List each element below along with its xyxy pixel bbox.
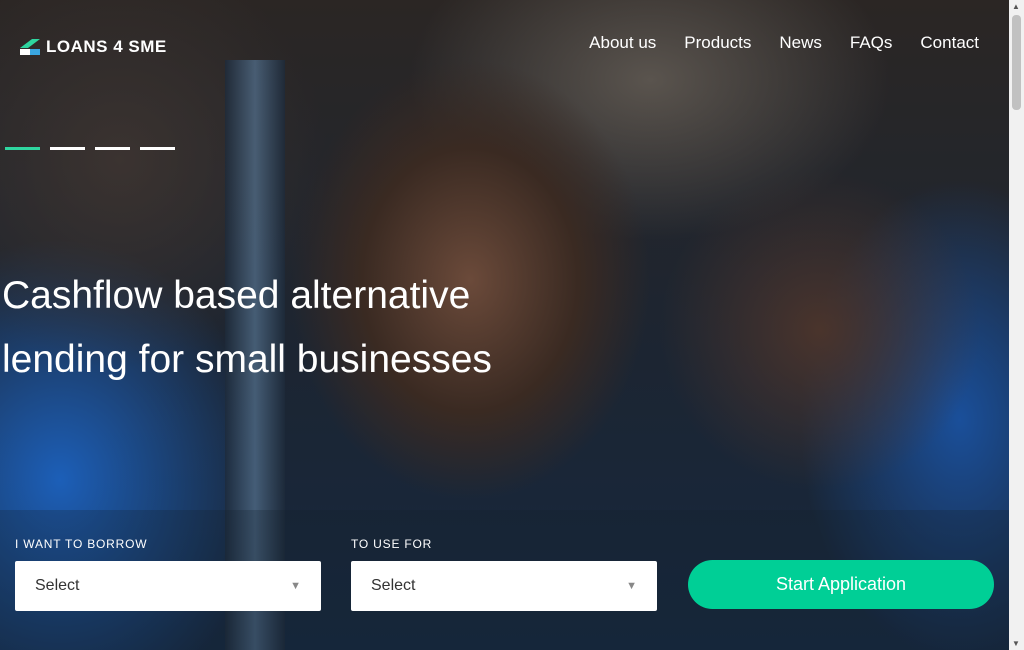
- logo-text: LOANS 4 SME: [46, 37, 167, 56]
- hero-background: LOANS 4 SME About us Products News FAQs …: [0, 0, 1009, 650]
- use-field: TO USE FOR Select ▼: [351, 537, 657, 611]
- nav-about-us[interactable]: About us: [589, 33, 656, 53]
- nav-faqs[interactable]: FAQs: [850, 33, 893, 53]
- slide-indicator-3[interactable]: [95, 147, 130, 150]
- slide-indicator-4[interactable]: [140, 147, 175, 150]
- slider-indicators: [5, 147, 175, 150]
- hero-headline: Cashflow based alternative lending for sm…: [2, 264, 602, 392]
- slide-indicator-1[interactable]: [5, 147, 40, 150]
- nav-news[interactable]: News: [779, 33, 822, 53]
- chevron-down-icon: ▼: [626, 580, 637, 592]
- use-label: TO USE FOR: [351, 537, 433, 551]
- logo[interactable]: LOANS 4 SME: [20, 37, 167, 57]
- borrow-select-value: Select: [35, 577, 80, 594]
- slide-indicator-2[interactable]: [50, 147, 85, 150]
- use-select[interactable]: Select ▼: [351, 561, 657, 611]
- scrollbar-thumb[interactable]: [1012, 15, 1021, 110]
- scrollbar[interactable]: ▲ ▼: [1009, 0, 1024, 650]
- start-application-button[interactable]: Start Application: [688, 560, 994, 609]
- nav-contact[interactable]: Contact: [920, 33, 979, 53]
- scroll-up-icon[interactable]: ▲: [1012, 2, 1020, 11]
- scroll-down-icon[interactable]: ▼: [1012, 639, 1020, 648]
- main-nav: About us Products News FAQs Contact: [589, 33, 979, 53]
- hero-line-1: Cashflow based alternative: [2, 274, 471, 317]
- borrow-label: I WANT TO BORROW: [15, 537, 148, 551]
- hero-line-2: lending for small businesses: [2, 338, 492, 381]
- chevron-down-icon: ▼: [290, 580, 301, 592]
- nav-products[interactable]: Products: [684, 33, 751, 53]
- logo-icon: [20, 39, 40, 55]
- application-form: I WANT TO BORROW Select ▼ TO USE FOR Sel…: [0, 510, 1009, 650]
- borrow-field: I WANT TO BORROW Select ▼: [15, 537, 321, 611]
- borrow-select[interactable]: Select ▼: [15, 561, 321, 611]
- use-select-value: Select: [371, 577, 416, 594]
